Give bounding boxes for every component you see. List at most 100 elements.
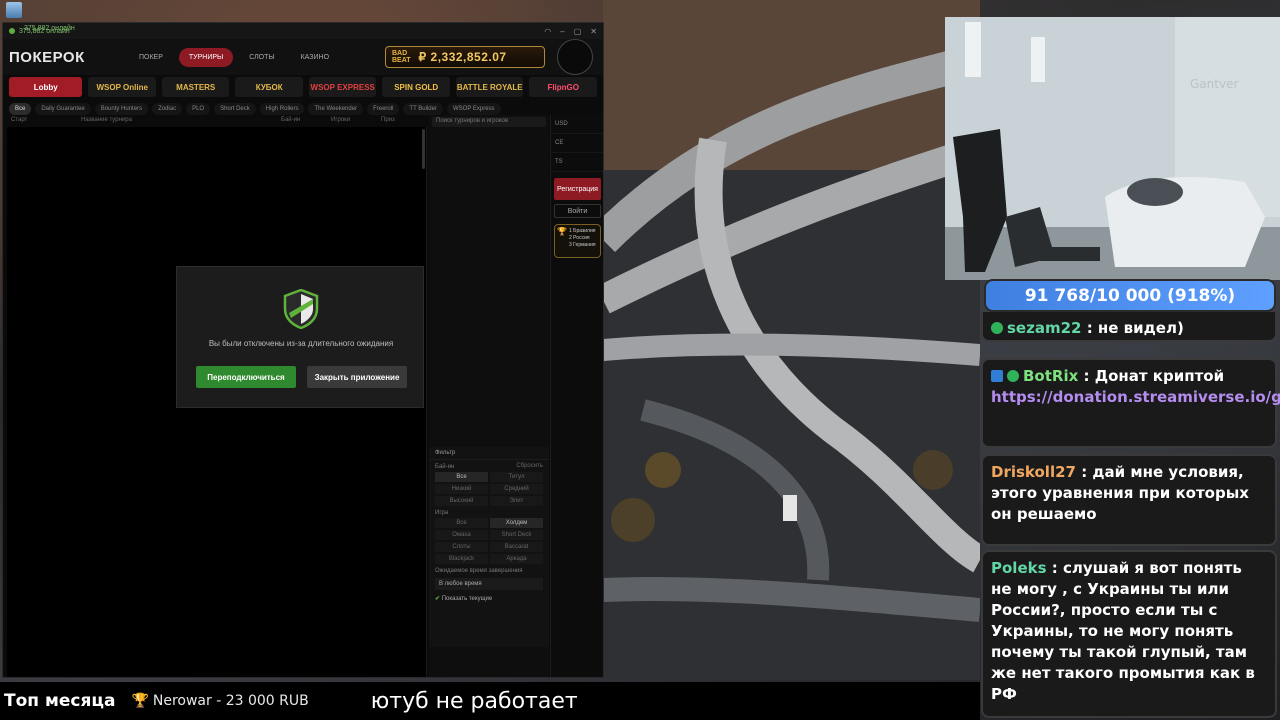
online-counter: 375,882 онлайн	[24, 25, 75, 32]
side-strip: USD CE TS Регистрация Войти 🏆 1 Бразилия…	[550, 115, 603, 677]
chip-bounty-hunters[interactable]: Bounty Hunters	[94, 103, 149, 115]
register-button[interactable]: Регистрация	[554, 178, 601, 200]
minimize-icon[interactable]: –	[560, 27, 564, 36]
buyin-mid[interactable]: Средний	[490, 484, 543, 494]
country-leaderboard[interactable]: 🏆 1 Бразилия 2 Россия 3 Германия	[554, 224, 601, 258]
chat-message: Driskoll27 : дай мне условия, этого урав…	[981, 454, 1277, 546]
nav-poker[interactable]: ПОКЕР	[129, 48, 173, 67]
chat-message: Poleks : слушай я вот понять не могу , с…	[981, 550, 1277, 718]
promo-spin-gold[interactable]: SPIN GOLD	[382, 77, 450, 97]
promo-battle-royale[interactable]: BATTLE ROYALE	[455, 77, 524, 97]
chip-daily-guarantee[interactable]: Daily Guarantee	[35, 103, 91, 115]
chat-text: не видел)	[1097, 319, 1184, 337]
promo-row: Lobby WSOP Online MASTERS КУБОК WSOP EXP…	[3, 75, 603, 99]
time-select[interactable]: В любое время	[435, 578, 543, 590]
col-players[interactable]: Игроки	[327, 116, 377, 126]
buyin-all[interactable]: Все	[435, 472, 488, 482]
game-all[interactable]: Все	[435, 518, 488, 528]
game-slots[interactable]: Слоты	[435, 542, 488, 552]
filter-panel: Фильтр Сбросить Бай-ин Все Титул Низкий …	[429, 447, 549, 647]
promo-wsop-express[interactable]: WSOP EXPRESS	[308, 77, 377, 97]
chip-all[interactable]: Все	[9, 103, 32, 115]
close-icon[interactable]: ✕	[590, 27, 597, 36]
donation-goal-bar: 91 768/10 000 (918%)	[984, 279, 1276, 312]
login-button[interactable]: Войти	[554, 204, 601, 218]
promo-wsop-online[interactable]: WSOP Online	[88, 77, 156, 97]
game-short-deck[interactable]: Short Deck	[490, 530, 543, 540]
game-baccarat[interactable]: Baccarat	[490, 542, 543, 552]
online-status-dot	[9, 28, 15, 34]
chip-freeroll[interactable]: Freeroll	[367, 103, 400, 115]
buyin-title[interactable]: Титул	[490, 472, 543, 482]
ticker-text: ютуб не работает	[370, 688, 578, 714]
chat-username[interactable]: BotRix	[1023, 367, 1078, 385]
col-prize[interactable]: Приз	[377, 116, 417, 126]
chip-weekender[interactable]: The Weekender	[308, 103, 364, 115]
check-icon: ✔	[435, 596, 441, 602]
game-arcade[interactable]: Аркада	[490, 554, 543, 564]
buyin-options: Все Титул Низкий Средний Высокий Элит	[429, 472, 549, 506]
chip-wsop-express[interactable]: WSOP Express	[446, 103, 501, 115]
game-holdem[interactable]: Холдем	[490, 518, 543, 528]
top-donor-text: Nerowar - 23 000 RUB	[152, 693, 309, 709]
col-buyin[interactable]: Бай-ин	[277, 116, 327, 126]
promo-flipngo[interactable]: FlipnGO	[529, 77, 597, 97]
chip-high-rollers[interactable]: High Rollers	[259, 103, 305, 115]
side-item-ce[interactable]: CE	[551, 134, 603, 153]
top-month-label: Топ месяца	[4, 691, 116, 711]
search-input[interactable]: Поиск турниров и игроков	[432, 117, 546, 127]
badbeat-jackpot[interactable]: BAD BEAT ₽ 2,332,852.07	[385, 46, 545, 68]
game-blackjack[interactable]: Blackjack	[435, 554, 488, 564]
poker-brand[interactable]: ПОКЕРОК	[9, 49, 129, 66]
nav-tournaments[interactable]: ТУРНИРЫ	[178, 47, 234, 67]
top-donor: 🏆 Nerowar - 23 000 RUB	[131, 693, 308, 709]
close-app-button[interactable]: Закрыть приложение	[307, 366, 407, 388]
chat-username[interactable]: sezam22	[1007, 319, 1081, 337]
trophy-icon: 🏆	[131, 693, 149, 709]
highway-wallpaper	[603, 0, 980, 680]
currency-usd[interactable]: USD	[551, 115, 603, 134]
buyin-high[interactable]: Высокий	[435, 496, 488, 506]
window-titlebar[interactable]: 375,882 онлайн ◠ – ▢ ✕	[3, 23, 603, 39]
webcam-scene	[945, 17, 1280, 280]
promo-lobby[interactable]: Lobby	[9, 77, 83, 97]
webcam-feed: Gantver	[945, 17, 1280, 280]
webcam-wall-text: Gantver	[1190, 77, 1239, 91]
main-nav: ПОКЕР ТУРНИРЫ СЛОТЫ КАЗИНО	[129, 47, 339, 67]
tournament-list-scrollbar[interactable]	[422, 129, 425, 169]
chip-zodiac[interactable]: Zodiac	[152, 103, 183, 115]
game-omaha[interactable]: Омаха	[435, 530, 488, 540]
chip-short-deck[interactable]: Short Deck	[214, 103, 256, 115]
user-badge-icon	[991, 322, 1003, 334]
chip-tt-builder[interactable]: TT Builder	[403, 103, 443, 115]
avatar[interactable]	[557, 39, 593, 75]
chip-plo[interactable]: PLO	[186, 103, 211, 115]
col-start[interactable]: Старт	[7, 116, 77, 126]
donation-link[interactable]: https://donation.streamiverse.io/gantver…	[991, 387, 1280, 408]
promo-kubok[interactable]: КУБОК	[235, 77, 303, 97]
chat-text: слушай я вот понять не могу , с Украины …	[991, 559, 1255, 703]
maximize-icon[interactable]: ▢	[574, 27, 582, 36]
show-current-label: Показать текущие	[441, 596, 493, 602]
chat-username[interactable]: Poleks	[991, 559, 1047, 577]
nav-slots[interactable]: СЛОТЫ	[239, 48, 284, 67]
badbeat-label: BAD BEAT	[392, 50, 411, 64]
shield-icon	[283, 289, 319, 329]
filter-title[interactable]: Фильтр	[429, 447, 549, 460]
poker-header: ПОКЕРОК ПОКЕР ТУРНИРЫ СЛОТЫ КАЗИНО BAD B…	[3, 39, 603, 75]
tournament-table-header: Старт Название турнира Бай-ин Игроки При…	[7, 116, 427, 126]
show-current-checkbox[interactable]: ✔ Показать текущие	[429, 592, 549, 605]
nav-casino[interactable]: КАЗИНО	[291, 48, 339, 67]
buyin-elite[interactable]: Элит	[490, 496, 543, 506]
desktop-file-icon[interactable]	[6, 2, 22, 18]
chat-username[interactable]: Driskoll27	[991, 463, 1076, 481]
buyin-low[interactable]: Низкий	[435, 484, 488, 494]
side-item-ts[interactable]: TS	[551, 153, 603, 172]
promo-masters[interactable]: MASTERS	[161, 77, 230, 97]
time-label: Ожидаемое время завершения	[435, 568, 523, 574]
reconnect-button[interactable]: Переподключиться	[196, 366, 296, 388]
game-label: Игра	[435, 510, 449, 516]
filter-reset-link[interactable]: Сбросить	[516, 463, 543, 469]
chat-message: BotRix : Донат криптой https://donation.…	[981, 358, 1280, 448]
col-name[interactable]: Название турнира	[77, 116, 277, 126]
